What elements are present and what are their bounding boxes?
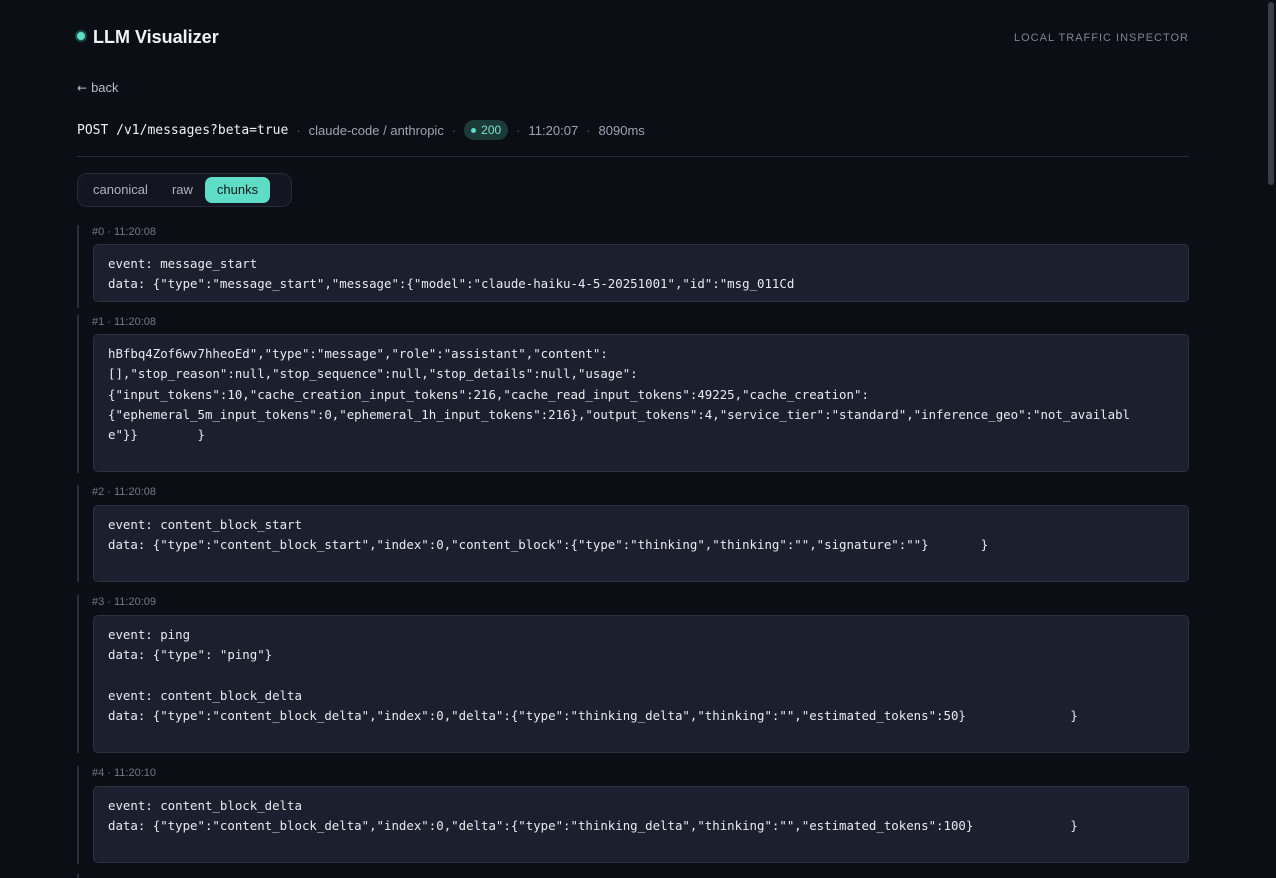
chunk-text: hBfbq4Zof6wv7hheoEd","type":"message","r… <box>108 346 1130 443</box>
separator-dot: · <box>586 122 591 138</box>
request-client: claude-code / anthropic <box>308 122 444 138</box>
view-tabs: canonical raw chunks <box>77 173 292 207</box>
chunk-item: #0 · 11:20:08 event: message_start data:… <box>77 225 1189 308</box>
chunk-text: event: message_start data: {"type":"mess… <box>108 256 795 292</box>
status-badge: 200 <box>464 120 509 140</box>
chunk-meta: #4 · 11:20:10 <box>92 767 157 779</box>
chunk-item <box>77 874 1189 878</box>
back-label: back <box>91 80 119 95</box>
tab-raw[interactable]: raw <box>160 177 205 203</box>
tab-chunks[interactable]: chunks <box>204 177 271 203</box>
request-summary: POST /v1/messages?beta=true · claude-cod… <box>77 119 645 141</box>
app-tagline: LOCAL TRAFFIC INSPECTOR <box>1014 32 1189 44</box>
app-header: LLM Visualizer LOCAL TRAFFIC INSPECTOR <box>77 25 1189 51</box>
chunk-item: #2 · 11:20:08 event: content_block_start… <box>77 485 1189 582</box>
chunk-meta: #2 · 11:20:08 <box>92 486 157 498</box>
request-method-path: POST /v1/messages?beta=true <box>77 122 289 138</box>
request-duration: 8090ms <box>598 122 645 138</box>
separator-dot: · <box>451 122 457 138</box>
chunk-body: event: ping data: {"type": "ping"} event… <box>93 615 1189 753</box>
chunk-meta: #1 · 11:20:08 <box>92 316 157 328</box>
chunk-meta: #0 · 11:20:08 <box>92 226 157 238</box>
scrollbar-thumb[interactable] <box>1268 2 1274 185</box>
status-code: 200 <box>481 123 502 137</box>
separator-dot: · <box>296 122 301 138</box>
request-time: 11:20:07 <box>528 122 579 138</box>
scrollbar[interactable] <box>1266 0 1276 878</box>
chunk-body: hBfbq4Zof6wv7hheoEd","type":"message","r… <box>93 334 1189 472</box>
chunk-text: event: ping data: {"type": "ping"} event… <box>108 627 1078 724</box>
page: LLM Visualizer LOCAL TRAFFIC INSPECTOR ←… <box>0 0 1276 878</box>
chunk-item: #3 · 11:20:09 event: ping data: {"type":… <box>77 595 1189 753</box>
chunk-body: event: message_start data: {"type":"mess… <box>93 244 1189 302</box>
chunk-text: event: content_block_start data: {"type"… <box>108 517 989 553</box>
app-title: LLM Visualizer <box>93 27 219 47</box>
chunk-body: event: content_block_start data: {"type"… <box>93 505 1189 582</box>
chunk-body: event: content_block_delta data: {"type"… <box>93 786 1189 863</box>
chunk-meta: #3 · 11:20:09 <box>92 596 157 608</box>
divider <box>77 156 1189 157</box>
tab-canonical[interactable]: canonical <box>81 177 160 203</box>
chunk-item: #1 · 11:20:08 hBfbq4Zof6wv7hheoEd","type… <box>77 315 1189 473</box>
status-dot-icon <box>471 127 477 133</box>
arrow-left-icon: ← <box>77 81 88 95</box>
back-link[interactable]: ← back <box>77 80 119 96</box>
status-dot-icon <box>77 32 85 40</box>
separator-dot: · <box>516 122 521 138</box>
chunk-item: #4 · 11:20:10 event: content_block_delta… <box>77 766 1189 864</box>
chunk-text: event: content_block_delta data: {"type"… <box>108 798 1078 834</box>
